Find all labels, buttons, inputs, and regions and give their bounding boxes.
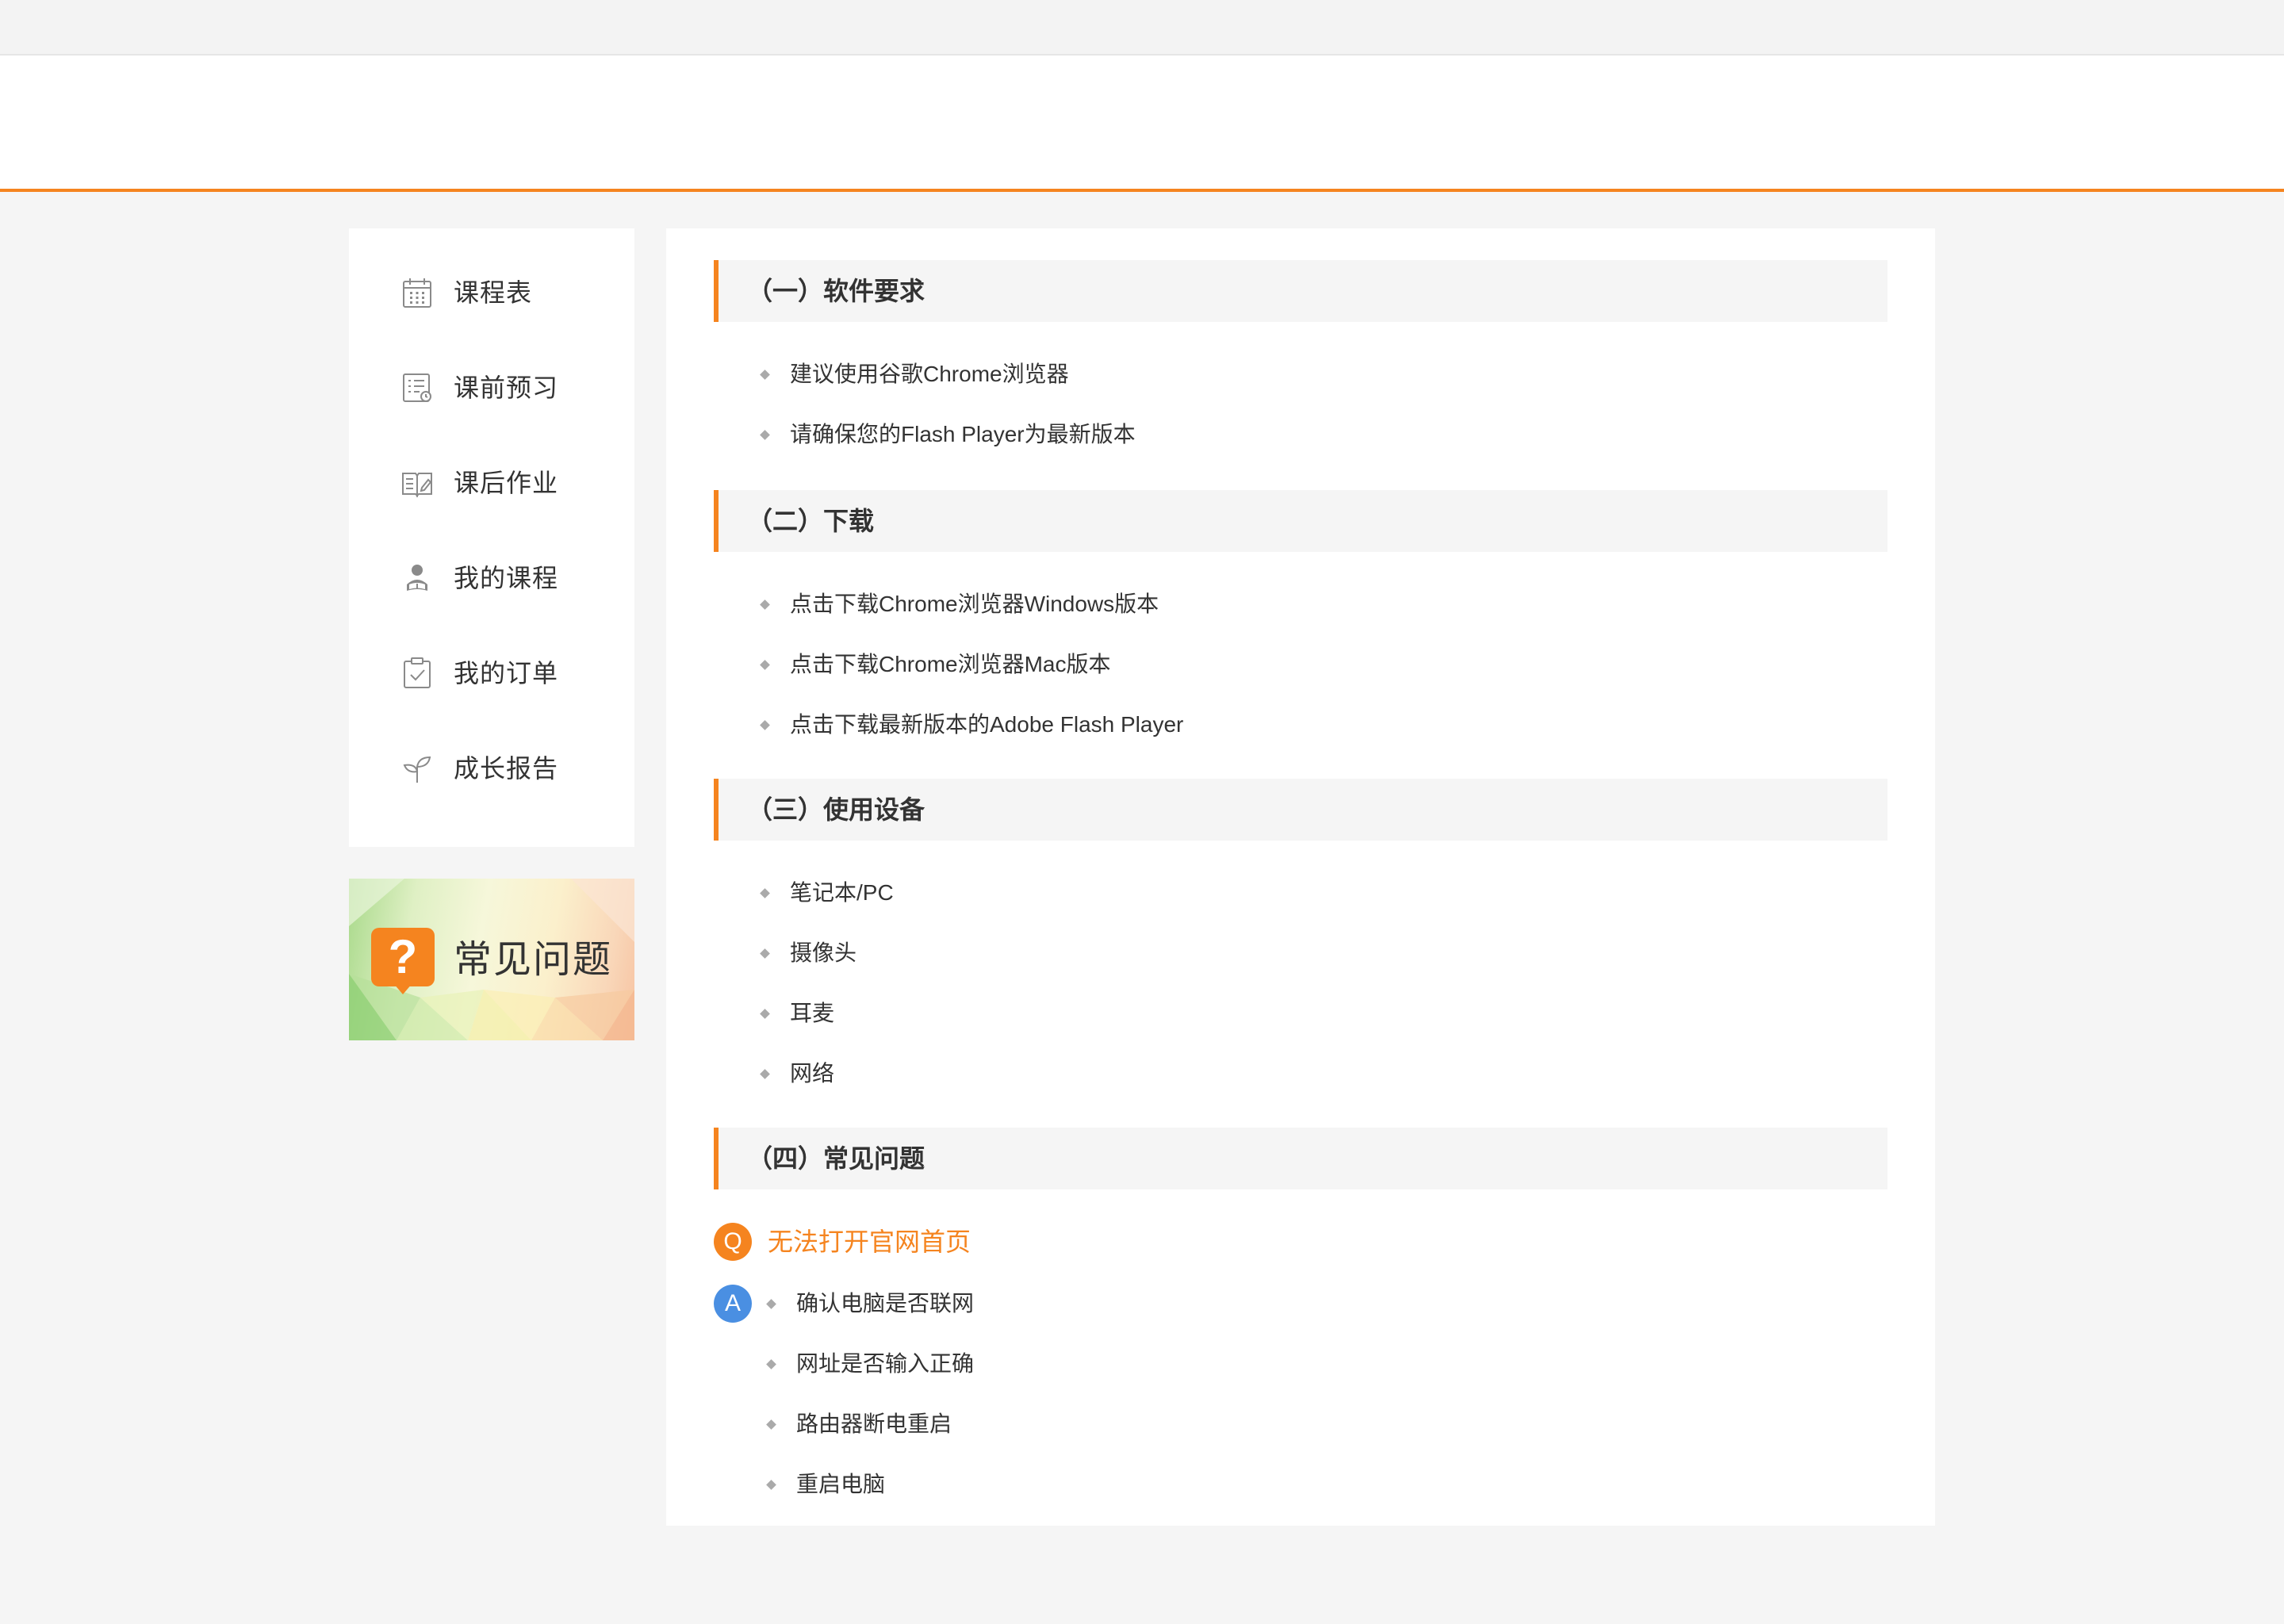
student-icon — [400, 561, 435, 596]
sidebar-item-my-courses[interactable]: 我的课程 — [349, 542, 634, 614]
diamond-bullet-icon — [760, 888, 770, 898]
clipboard-check-icon — [400, 656, 435, 691]
site-header — [0, 56, 2284, 192]
diamond-bullet-icon — [766, 1299, 776, 1309]
sidebar-item-preview[interactable]: 课前预习 — [349, 352, 634, 423]
diamond-bullet-icon — [760, 1009, 770, 1019]
checklist-icon — [400, 370, 435, 405]
diamond-bullet-icon — [760, 599, 770, 610]
section-header-devices: （三）使用设备 — [714, 779, 1887, 841]
sidebar-item-label: 我的课程 — [454, 564, 559, 592]
diamond-bullet-icon — [760, 720, 770, 730]
section-title: （四）常见问题 — [747, 1144, 925, 1173]
list-item-text: 耳麦 — [790, 1001, 835, 1025]
diamond-bullet-icon — [760, 948, 770, 959]
faq-banner[interactable]: ? 常见问题 — [349, 879, 634, 1040]
sprout-icon — [400, 751, 435, 786]
section-header-software: （一）软件要求 — [714, 260, 1887, 322]
diamond-bullet-icon — [760, 370, 770, 380]
link-text: 点击下载Chrome浏览器Mac版本 — [790, 652, 1111, 676]
answer-text: 路由器断电重启 — [796, 1411, 952, 1436]
sidebar-item-label: 课后作业 — [454, 469, 559, 497]
faq-banner-title: 常见问题 — [454, 939, 613, 981]
diamond-bullet-icon — [760, 1069, 770, 1079]
section-header-faq: （四）常见问题 — [714, 1128, 1887, 1189]
sidebar-item-schedule[interactable]: 课程表 — [349, 257, 634, 328]
question-mark-icon: ? — [371, 928, 435, 986]
sidebar-item-label: 成长报告 — [454, 754, 559, 783]
section-title: （二）下载 — [747, 507, 875, 535]
section-title: （一）软件要求 — [747, 277, 925, 305]
open-book-icon — [400, 465, 435, 500]
diamond-bullet-icon — [760, 660, 770, 670]
diamond-bullet-icon — [766, 1419, 776, 1430]
sidebar-item-homework[interactable]: 课后作业 — [349, 447, 634, 519]
diamond-bullet-icon — [766, 1480, 776, 1490]
faq-question: 无法打开官网首页 — [768, 1228, 971, 1256]
sidebar-item-label: 我的订单 — [454, 659, 559, 688]
sidebar-item-label: 课前预习 — [454, 373, 559, 402]
browser-top-bar — [0, 0, 2284, 56]
link-text: 点击下载Chrome浏览器Windows版本 — [790, 592, 1159, 616]
section-header-download: （二）下载 — [714, 490, 1887, 552]
section-title: （三）使用设备 — [747, 795, 925, 824]
main-content: （一）软件要求 建议使用谷歌Chrome浏览器 请确保您的Flash Playe… — [666, 228, 1935, 1526]
answer-text: 重启电脑 — [796, 1472, 886, 1496]
diamond-bullet-icon — [766, 1359, 776, 1369]
calendar-icon — [400, 275, 435, 310]
sidebar-nav: 课程表 课前预习 课后作业 我的课程 我的订单 成长报告 — [349, 228, 634, 847]
list-item-text: 请确保您的Flash Player为最新版本 — [790, 422, 1136, 446]
list-item-text: 网络 — [790, 1061, 835, 1086]
sidebar-item-label: 课程表 — [454, 278, 533, 307]
answer-badge-icon: A — [714, 1285, 752, 1323]
list-item-text: 笔记本/PC — [790, 880, 894, 905]
question-bubble-tail — [393, 983, 412, 994]
question-badge-icon: Q — [714, 1223, 752, 1261]
answer-text: 网址是否输入正确 — [796, 1351, 975, 1376]
list-item-text: 建议使用谷歌Chrome浏览器 — [790, 362, 1069, 386]
link-text: 点击下载最新版本的Adobe Flash Player — [790, 712, 1184, 737]
sidebar-item-my-orders[interactable]: 我的订单 — [349, 638, 634, 709]
answer-text: 确认电脑是否联网 — [796, 1291, 975, 1316]
sidebar-item-growth-report[interactable]: 成长报告 — [349, 733, 634, 804]
list-item-text: 摄像头 — [790, 940, 857, 965]
diamond-bullet-icon — [760, 430, 770, 440]
